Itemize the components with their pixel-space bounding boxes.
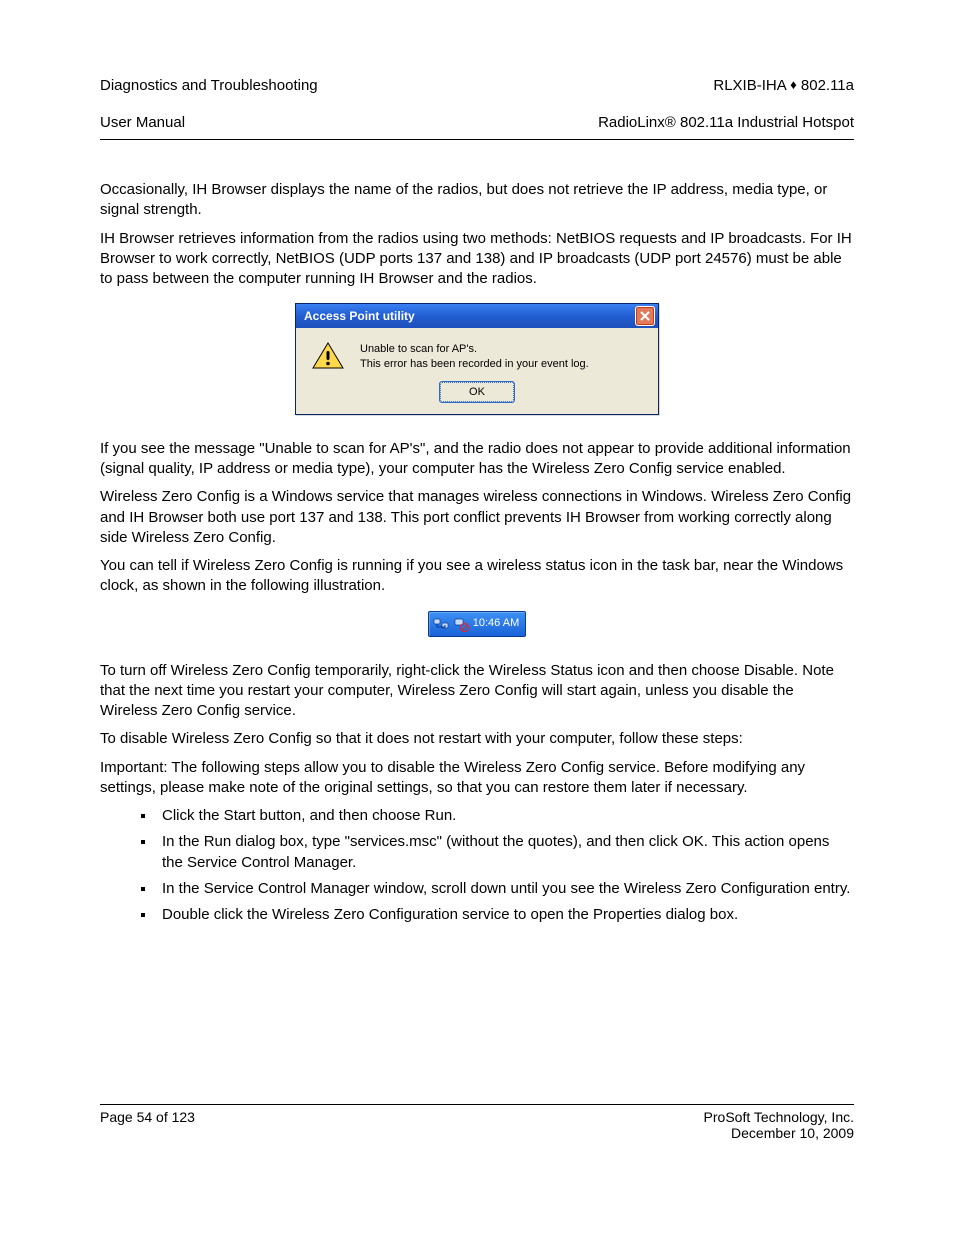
dialog-screenshot: Access Point utility Unable to scan for …: [100, 303, 854, 415]
ok-button[interactable]: OK: [440, 382, 514, 402]
header-left-line1: Diagnostics and Troubleshooting: [100, 77, 318, 94]
system-tray: 10:46 AM: [428, 611, 526, 637]
body-content: Occasionally, IH Browser displays the na…: [100, 180, 854, 925]
header-right-line1b: 802.11a: [797, 77, 854, 94]
close-button[interactable]: [635, 306, 655, 326]
dialog-body: Unable to scan for AP's. This error has …: [296, 328, 658, 378]
page-footer: Page 54 of 123 ProSoft Technology, Inc. …: [100, 1104, 854, 1141]
dialog-titlebar: Access Point utility: [296, 304, 658, 328]
page-header: Diagnostics and Troubleshooting User Man…: [100, 58, 854, 140]
footer-left: Page 54 of 123: [100, 1109, 195, 1141]
paragraph: To turn off Wireless Zero Config tempora…: [100, 661, 854, 722]
dialog-footer: OK: [296, 378, 658, 414]
dialog-title: Access Point utility: [304, 308, 415, 324]
list-item: Double click the Wireless Zero Configura…: [156, 905, 854, 925]
footer-right-line2: December 10, 2009: [731, 1125, 854, 1141]
paragraph: Wireless Zero Config is a Windows servic…: [100, 487, 854, 548]
dialog-msg-line2: This error has been recorded in your eve…: [360, 358, 589, 370]
paragraph: Important: The following steps allow you…: [100, 758, 854, 799]
diamond-icon: ♦: [790, 77, 797, 92]
tray-time: 10:46 AM: [473, 616, 519, 631]
network-icon: [433, 616, 449, 632]
header-right: RLXIB-IHA ♦ 802.11a RadioLinx® 802.11a I…: [598, 58, 854, 133]
dialog-msg-line1: Unable to scan for AP's.: [360, 343, 477, 355]
header-left: Diagnostics and Troubleshooting User Man…: [100, 58, 318, 133]
footer-right-line1: ProSoft Technology, Inc.: [704, 1109, 854, 1125]
close-icon: [640, 311, 650, 321]
paragraph: To disable Wireless Zero Config so that …: [100, 729, 854, 749]
warning-icon: [312, 342, 344, 370]
footer-right: ProSoft Technology, Inc. December 10, 20…: [704, 1109, 854, 1141]
error-dialog: Access Point utility Unable to scan for …: [295, 303, 659, 415]
page: Diagnostics and Troubleshooting User Man…: [0, 0, 954, 1235]
paragraph: Occasionally, IH Browser displays the na…: [100, 180, 854, 221]
tray-screenshot: 10:46 AM: [100, 611, 854, 637]
header-right-line2: RadioLinx® 802.11a Industrial Hotspot: [598, 114, 854, 131]
paragraph: You can tell if Wireless Zero Config is …: [100, 556, 854, 597]
header-left-line2: User Manual: [100, 114, 185, 131]
header-right-line1a: RLXIB-IHA: [713, 77, 790, 94]
list-item: Click the Start button, and then choose …: [156, 806, 854, 826]
paragraph: If you see the message "Unable to scan f…: [100, 439, 854, 480]
wireless-disabled-icon: [453, 616, 469, 632]
list-item: In the Run dialog box, type "services.ms…: [156, 832, 854, 873]
instruction-list: Click the Start button, and then choose …: [100, 806, 854, 925]
dialog-message: Unable to scan for AP's. This error has …: [360, 342, 589, 372]
list-item: In the Service Control Manager window, s…: [156, 879, 854, 899]
paragraph: IH Browser retrieves information from th…: [100, 229, 854, 290]
